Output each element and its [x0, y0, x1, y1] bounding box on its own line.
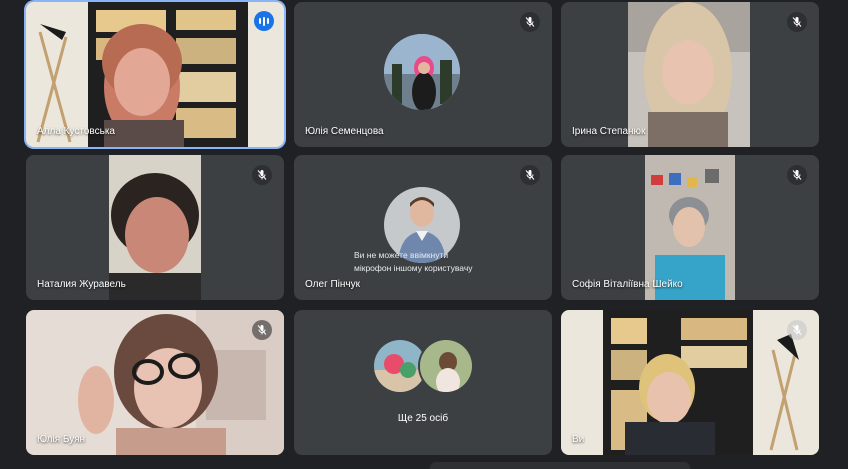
- participant-name: Наталия Журавель: [37, 279, 126, 290]
- tooltip-line: Ви не можете ввімкнути: [354, 250, 449, 260]
- audio-level-icon: [254, 11, 274, 31]
- participant-avatar: [374, 340, 426, 392]
- participant-tile-iryna[interactable]: Ірина Степанюк: [561, 2, 819, 147]
- more-participants-label: Ще 25 осіб: [397, 413, 449, 424]
- participant-video: [561, 310, 819, 455]
- mic-off-icon: [520, 12, 540, 32]
- participant-name: Алла Кустовська: [37, 126, 115, 137]
- participant-tile-self[interactable]: Ви: [561, 310, 819, 455]
- participant-name: Ви: [572, 434, 585, 445]
- mic-off-icon: [787, 165, 807, 185]
- mic-off-icon: [252, 165, 272, 185]
- participant-name: Юлія Буян: [37, 434, 86, 445]
- participant-tile-alla[interactable]: Алла Кустовська: [26, 2, 284, 147]
- participant-name: Софія Віталіївна Шейко: [572, 279, 683, 290]
- mic-off-icon: [787, 12, 807, 32]
- more-participants-tile[interactable]: Ще 25 осіб: [294, 310, 552, 455]
- participant-tile-natalia[interactable]: Наталия Журавель: [26, 155, 284, 300]
- mic-off-icon: [520, 165, 540, 185]
- tooltip-line: мікрофон іншому користувачу: [354, 263, 473, 273]
- participant-name: Олег Пінчук: [305, 279, 361, 290]
- participant-tile-yulia-b[interactable]: Юлія Буян: [26, 310, 284, 455]
- bottom-controls-bar[interactable]: [430, 462, 690, 469]
- participant-tile-yulia-s[interactable]: Юлія Семенцова: [294, 2, 552, 147]
- mic-off-icon: [252, 320, 272, 340]
- participant-name: Юлія Семенцова: [305, 126, 384, 137]
- participant-video: [628, 2, 750, 147]
- participant-avatar: [420, 340, 472, 392]
- mic-tooltip: Ви не можете ввімкнути мікрофон іншому к…: [354, 249, 473, 275]
- mic-off-icon: [787, 320, 807, 340]
- participant-avatar: [384, 34, 460, 110]
- participant-name: Ірина Степанюк: [572, 126, 646, 137]
- participant-tile-oleg[interactable]: Ви не можете ввімкнути мікрофон іншому к…: [294, 155, 552, 300]
- participant-tile-sofia[interactable]: Софія Віталіївна Шейко: [561, 155, 819, 300]
